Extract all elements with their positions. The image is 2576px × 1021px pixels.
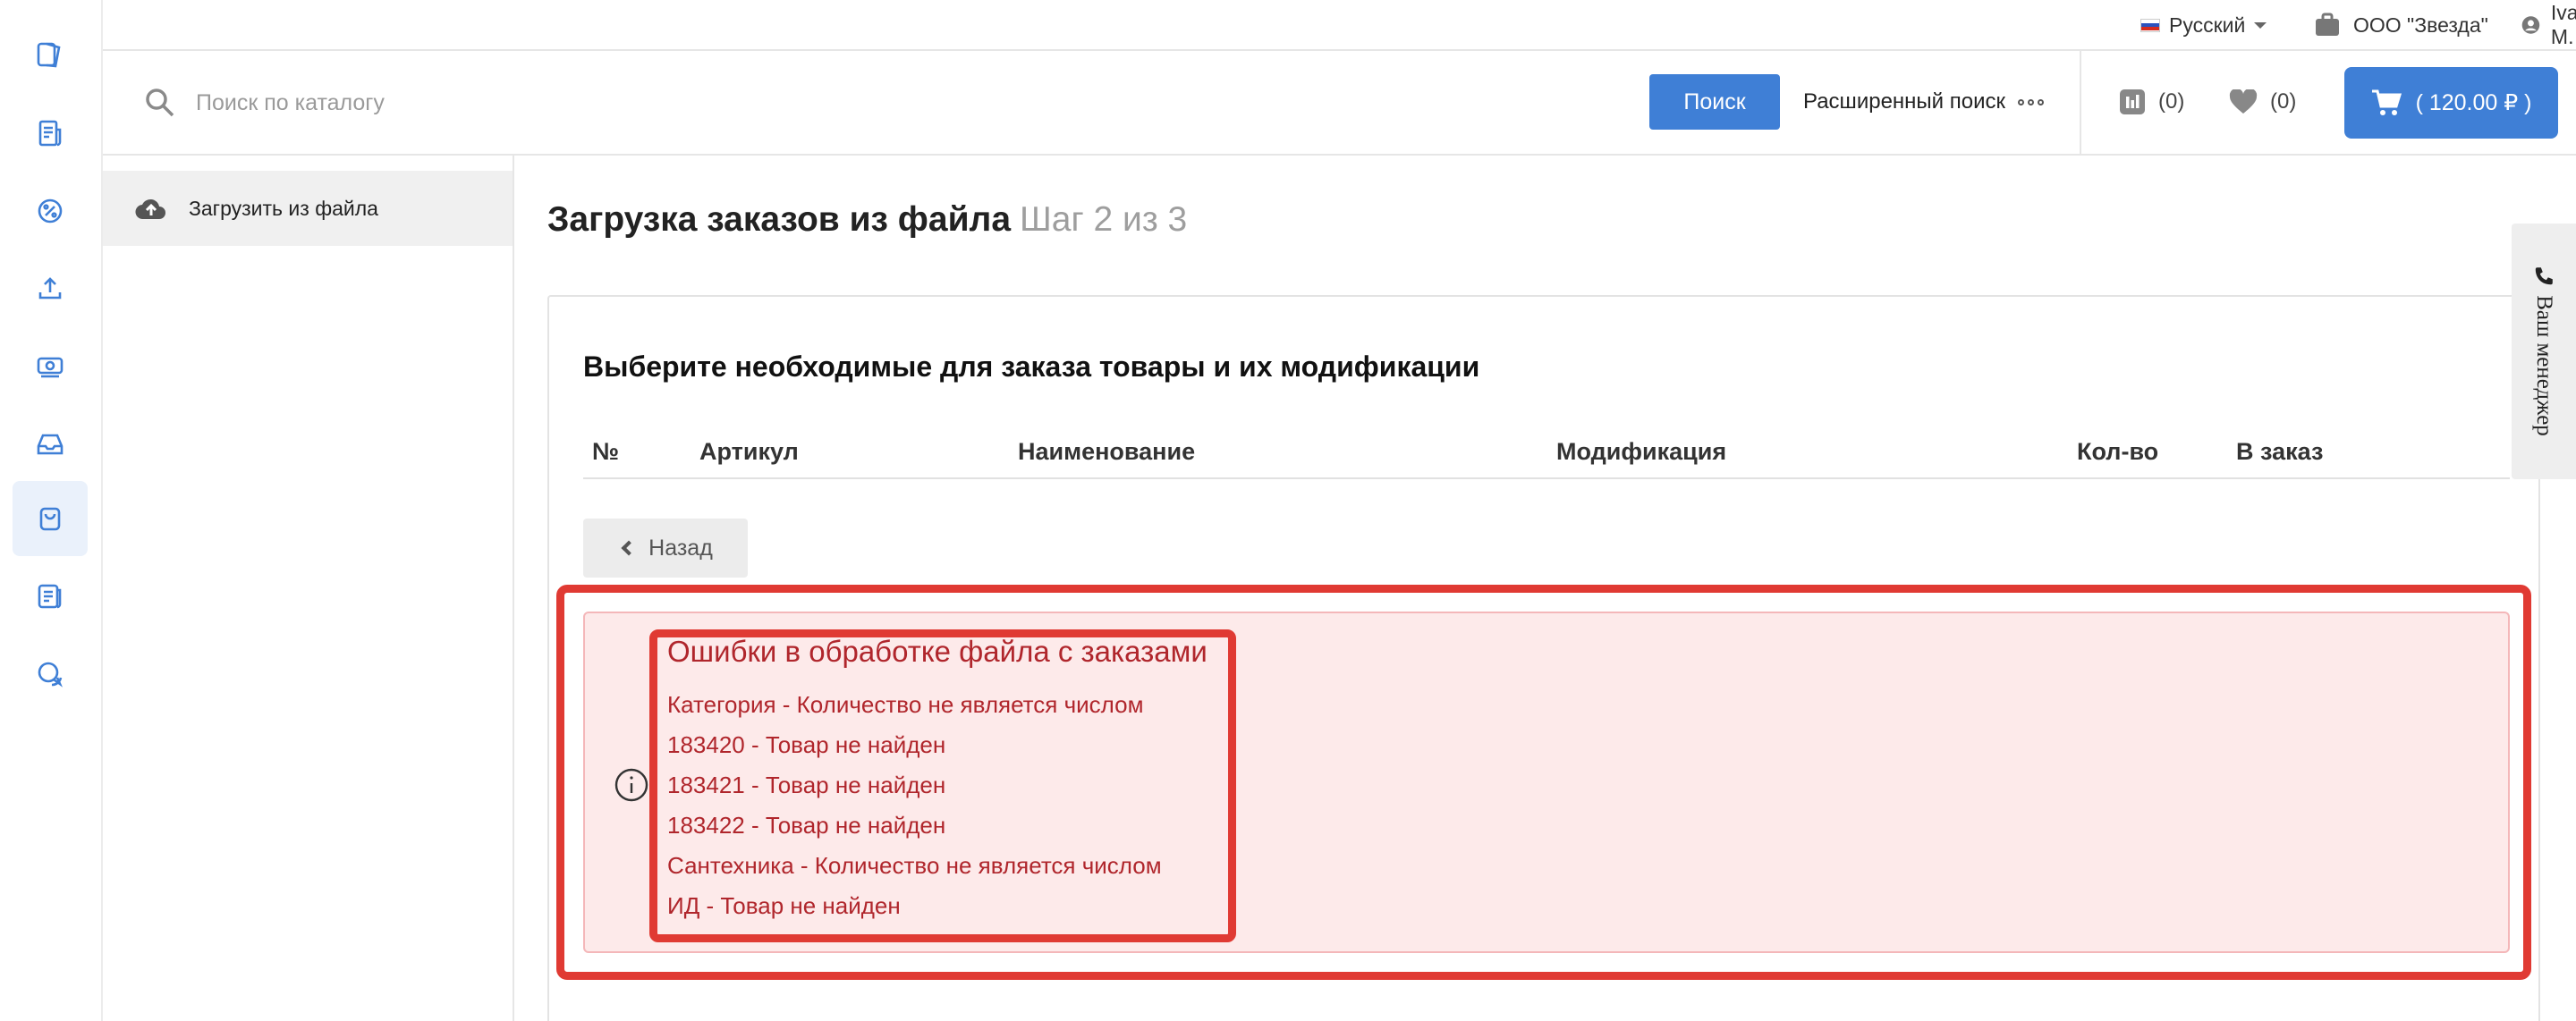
column-header-name: Наименование [1018,438,1196,465]
rail-shopping-bag[interactable] [13,481,88,556]
column-header-article: Артикул [699,438,799,465]
language-selector[interactable]: Русский [2140,7,2267,43]
catalog-icon [37,42,61,68]
advanced-search-label: Расширенный поиск [1803,89,2005,114]
rail-documents[interactable] [13,559,88,634]
back-button[interactable]: Назад [583,519,748,578]
favorites-link[interactable]: (0) [2229,74,2296,130]
page-step: Шаг 2 из 3 [1020,200,1188,239]
divider [2080,51,2081,156]
search-bar: Поиск Расширенный поиск (0) (0) ( 120.00… [103,51,2576,156]
support-chat-icon [38,662,64,688]
compare-link[interactable]: (0) [2119,74,2184,130]
page-title-text: Загрузка заказов из файла [547,200,1012,239]
search-icon [146,89,174,117]
compare-chart-icon [2120,89,2145,114]
manager-tab[interactable]: Ваш менеджер [2512,224,2576,479]
column-header-modification: Модификация [1556,438,1727,465]
sidebar-item-label: Загрузить из файла [189,196,378,220]
caret-down-icon [2254,21,2267,29]
table-header: № Артикул Наименование Модификация Кол-в… [583,429,2510,479]
company-label: ООО "Звезда" [2353,13,2488,37]
rail-catalog[interactable] [13,18,88,93]
side-menu: Загрузить из файла [103,156,514,1021]
cloud-upload-icon [135,198,165,220]
cart-total: ( 120.00 ₽ ) [2415,90,2532,115]
column-header-number: № [592,438,620,465]
payment-icon [37,357,64,378]
briefcase-icon [2316,13,2339,36]
top-utility-bar: Русский ООО "Звезда" Ivan M. [103,0,2576,51]
phone-icon [2536,267,2553,285]
rail-upload[interactable] [13,251,88,326]
user-avatar-icon [2521,16,2540,34]
manager-tab-content: Ваш менеджер [2531,266,2556,436]
highlight-box-error-list [649,629,1236,942]
company-selector[interactable]: ООО "Звезда" [2314,7,2488,43]
user-menu[interactable]: Ivan M. [2521,1,2576,48]
manager-tab-label: Ваш менеджер [2532,295,2556,436]
documents-icon [38,584,62,609]
cart-icon [2371,89,2402,115]
discount-icon [38,198,63,224]
rail-support[interactable] [13,637,88,712]
back-button-label: Назад [648,535,713,561]
orders-icon [38,120,62,147]
advanced-search-link[interactable]: Расширенный поиск [1803,74,2044,130]
inbox-icon [37,434,64,455]
russia-flag-icon [2140,18,2160,32]
column-header-quantity: Кол-во [2077,438,2159,465]
rail-payments[interactable] [13,329,88,404]
chevron-left-icon [621,540,637,556]
page-title: Загрузка заказов из файла Шаг 2 из 3 [547,200,1187,240]
sidebar-item-upload-from-file[interactable]: Загрузить из файла [103,171,513,246]
shopping-bag-icon [39,507,61,531]
upload-icon [38,277,62,300]
language-label: Русский [2169,13,2246,37]
column-header-add-to-order: В заказ [2236,438,2324,465]
rail-inbox[interactable] [13,407,88,482]
user-name: Ivan M. [2550,1,2576,48]
heart-icon [2229,89,2258,114]
panel-heading: Выберите необходимые для заказа товары и… [583,350,1480,383]
search-button[interactable]: Поиск [1649,74,1780,130]
compare-count: (0) [2158,89,2185,114]
rail-discounts[interactable] [13,173,88,249]
more-dots-icon [2018,98,2044,105]
rail-orders[interactable] [13,96,88,171]
search-input[interactable] [196,76,1001,130]
favorites-count: (0) [2270,89,2297,114]
icon-rail [0,0,103,1021]
cart-button[interactable]: ( 120.00 ₽ ) [2344,67,2558,139]
